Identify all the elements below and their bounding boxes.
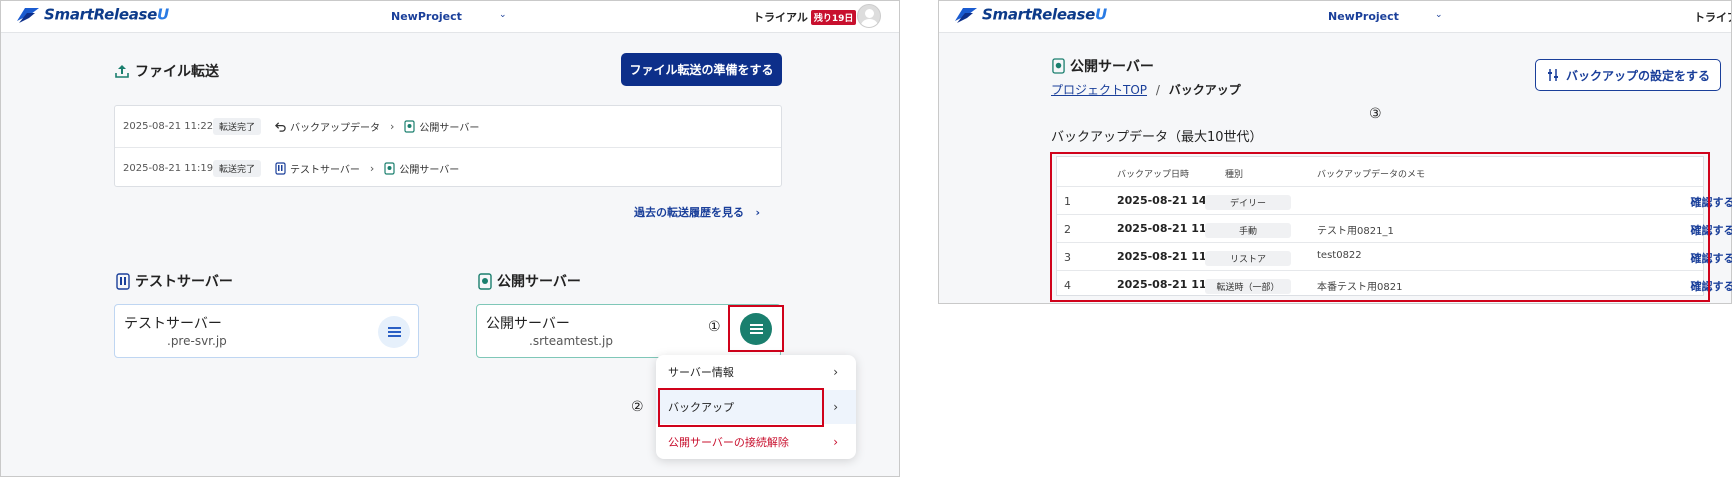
test-server-icon xyxy=(275,161,286,175)
transfer-from-label: バックアップデータ xyxy=(290,123,381,134)
project-selector[interactable]: NewProject xyxy=(391,10,462,23)
transfer-datetime: 2025-08-21 11:22 xyxy=(123,121,214,132)
logo-text: SmartRelease xyxy=(44,5,158,24)
transfer-datetime: 2025-08-21 11:19 xyxy=(123,162,214,174)
chevron-right-icon: › xyxy=(369,161,375,175)
test-server-title: テストサーバー xyxy=(135,274,233,290)
menu-item-label: サーバー情報 xyxy=(668,366,734,379)
app-logo[interactable]: SmartReleaseU xyxy=(15,5,169,25)
transfer-history-link[interactable]: 過去の転送履歴を見る › xyxy=(634,204,760,220)
step2-marker: ② xyxy=(631,399,644,415)
test-server-name: テストサーバー xyxy=(124,316,222,332)
transfer-to-label: 公開サーバー xyxy=(399,164,460,176)
app-logo[interactable]: SmartReleaseU xyxy=(953,5,1107,25)
chevron-down-icon[interactable]: ⌄ xyxy=(1435,10,1443,20)
chevron-right-icon: › xyxy=(833,400,838,414)
step3-marker: ③ xyxy=(1369,106,1382,122)
backup-list-subtitle: バックアップデータ（最大10世代） xyxy=(1051,130,1263,145)
transfer-status-badge: 転送完了 xyxy=(213,118,262,135)
breadcrumb-current: バックアップ xyxy=(1168,83,1241,97)
upload-icon xyxy=(115,65,129,78)
public-server-title: 公開サーバー xyxy=(497,274,581,290)
breadcrumb: プロジェクトTOP / バックアップ xyxy=(1051,81,1241,98)
public-server-icon xyxy=(384,161,395,175)
left-screen: SmartReleaseU NewProject ⌄ トライアル 残り19日 ファ… xyxy=(0,0,900,477)
public-server-name: 公開サーバー xyxy=(486,316,570,332)
backup-settings-label: バックアップの設定をする xyxy=(1565,68,1710,83)
logo-u: U xyxy=(157,5,169,24)
test-server-menu-button[interactable] xyxy=(378,316,410,348)
transfer-to: 公開サーバー xyxy=(384,161,459,176)
header-bar: SmartReleaseU NewProject ⌄ トライアル 残り19日 xyxy=(1,1,899,33)
logo-text: SmartRelease xyxy=(982,5,1096,24)
trial-label: トライア xyxy=(1694,11,1731,24)
breadcrumb-link-project-top[interactable]: プロジェクトTOP xyxy=(1051,83,1147,97)
step1-marker: ① xyxy=(708,319,721,335)
public-server-icon xyxy=(1052,58,1065,74)
chevron-right-icon: › xyxy=(833,435,838,449)
chevron-right-icon: › xyxy=(747,206,761,219)
transfer-list: 2025-08-21 11:22 転送完了 バックアップデータ › 公開サーバー… xyxy=(114,105,782,187)
transfer-row: 2025-08-21 11:19 転送完了 テストサーバー › 公開サーバー xyxy=(115,147,781,188)
undo-icon xyxy=(275,122,286,132)
step2-highlight xyxy=(658,388,824,427)
trial-label: トライアル xyxy=(753,11,808,24)
chevron-down-icon[interactable]: ⌄ xyxy=(499,10,507,20)
transfer-history-label: 過去の転送履歴を見る xyxy=(634,206,744,219)
menu-item-disconnect[interactable]: 公開サーバーの接続解除 › xyxy=(656,425,856,459)
menu-item-label: 公開サーバーの接続解除 xyxy=(668,436,789,449)
transfer-from-label: テストサーバー xyxy=(290,164,360,176)
breadcrumb-separator: / xyxy=(1155,83,1160,97)
transfer-to-label: 公開サーバー xyxy=(419,123,480,134)
menu-icon xyxy=(749,328,763,330)
section-title: 公開サーバー xyxy=(1070,59,1154,75)
transfer-from: バックアップデータ xyxy=(275,119,380,134)
trial-status: トライアル 残り19日 xyxy=(753,9,857,25)
transfer-title: ファイル転送 xyxy=(135,64,219,80)
public-server-menu-button[interactable] xyxy=(740,313,772,345)
test-server-heading: テストサーバー xyxy=(116,271,233,291)
logo-mark-icon xyxy=(955,8,977,23)
project-selector[interactable]: NewProject xyxy=(1328,10,1399,23)
transfer-to: 公開サーバー xyxy=(404,119,479,134)
chevron-right-icon: › xyxy=(833,365,838,379)
public-server-icon xyxy=(478,272,492,290)
transfer-row: 2025-08-21 11:22 転送完了 バックアップデータ › 公開サーバー xyxy=(115,106,781,147)
step3-highlight xyxy=(1050,152,1710,302)
public-server-domain: .srteamtest.jp xyxy=(529,334,613,348)
menu-icon xyxy=(387,331,401,333)
public-server-heading: 公開サーバー xyxy=(478,271,581,291)
test-server-card[interactable]: テストサーバー .pre-svr.jp xyxy=(114,304,419,358)
transfer-from: テストサーバー xyxy=(275,161,360,176)
avatar[interactable] xyxy=(857,4,881,28)
logo-mark-icon xyxy=(17,8,39,23)
test-server-domain: .pre-svr.jp xyxy=(167,334,227,348)
transfer-heading: ファイル転送 xyxy=(114,61,219,81)
logo-u: U xyxy=(1095,5,1107,24)
public-server-heading: 公開サーバー xyxy=(1052,56,1154,76)
test-server-icon xyxy=(116,272,130,290)
backup-settings-button[interactable]: バックアップの設定をする xyxy=(1535,59,1721,91)
transfer-status-badge: 転送完了 xyxy=(213,159,262,177)
sliders-icon xyxy=(1547,69,1558,81)
prepare-transfer-button[interactable]: ファイル転送の準備をする xyxy=(621,53,782,86)
menu-item-server-info[interactable]: サーバー情報 › xyxy=(656,355,856,389)
trial-days-badge: 残り19日 xyxy=(810,10,857,25)
header-bar: SmartReleaseU NewProject ⌄ トライア xyxy=(939,1,1731,33)
public-server-icon xyxy=(404,120,416,133)
chevron-right-icon: › xyxy=(390,120,395,133)
